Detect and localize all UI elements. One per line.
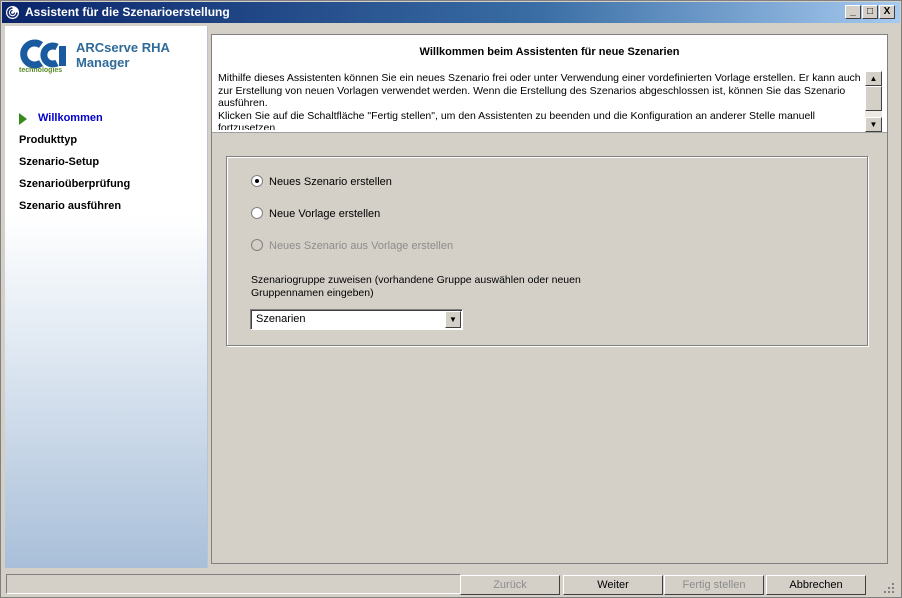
scroll-down-icon[interactable]: ▼ [865,117,882,132]
step-label: Szenario-Setup [19,156,100,168]
logo-subtitle: technologies [19,67,63,74]
close-button[interactable]: X [879,5,895,19]
description-scrollbar[interactable]: ▲ ▼ [865,71,882,132]
cancel-button[interactable]: Abbrechen [766,575,866,595]
welcome-title: Willkommen beim Assistenten für neue Sze… [419,46,680,58]
option-label: Neue Vorlage erstellen [269,208,381,220]
step-produkttyp: Produkttyp [19,132,204,154]
step-szenario-setup: Szenario-Setup [19,154,204,176]
radio-disabled-icon [251,239,263,252]
product-name-line2: Manager [76,55,130,70]
back-button: Zurück [460,575,560,595]
chevron-down-icon[interactable]: ▼ [445,311,461,328]
option-label: Neues Szenario aus Vorlage erstellen [269,240,454,252]
scenario-options-group: Neues Szenario erstellen Neue Vorlage er… [226,156,868,346]
minimize-button[interactable]: _ [845,5,861,19]
status-bar [6,574,461,594]
current-step-arrow-icon [19,113,27,125]
scenario-group-label: Szenariogruppe zuweisen (vorhandene Grup… [251,274,581,299]
option-label: Neues Szenario erstellen [269,176,392,188]
scenario-group-value[interactable]: Szenarien [256,313,306,325]
product-name-line1: ARCserve RHA [76,40,170,55]
option-from-template: Neues Szenario aus Vorlage erstellen [251,238,453,254]
product-name: ARCserve RHA Manager [76,40,170,70]
step-szenariouberprufung: Szenarioüberprüfung [19,176,204,198]
step-szenario-ausfuhren: Szenario ausführen [19,198,204,220]
resize-grip-icon[interactable] [883,582,895,594]
scenario-group-combobox[interactable]: Szenarien ▼ [250,309,463,330]
scroll-up-icon[interactable]: ▲ [865,71,882,86]
wizard-steps: Willkommen Produkttyp Szenario-Setup Sze… [19,110,204,220]
step-label: Szenarioüberprüfung [19,178,131,190]
option-new-template[interactable]: Neue Vorlage erstellen [251,206,380,222]
wizard-content: Willkommen beim Assistenten für neue Sze… [211,34,888,564]
step-willkommen: Willkommen [19,110,204,132]
radio-selected-icon[interactable] [251,175,263,188]
wizard-sidebar: technologies ARCserve RHA Manager Willko… [5,26,208,568]
window-title: Assistent für die Szenarioerstellung [25,5,230,19]
next-button[interactable]: Weiter [563,575,663,595]
maximize-button[interactable]: □ [862,5,878,19]
wizard-window: Assistent für die Szenarioerstellung _ □… [0,0,902,598]
finish-button: Fertig stellen [664,575,764,595]
welcome-header: Willkommen beim Assistenten für neue Sze… [212,35,887,133]
welcome-description: Mithilfe dieses Assistenten können Sie e… [218,72,861,130]
radio-icon[interactable] [251,207,263,220]
option-new-scenario[interactable]: Neues Szenario erstellen [251,174,392,190]
title-bar[interactable]: Assistent für die Szenarioerstellung _ □… [2,2,900,23]
app-icon [5,5,20,20]
step-label: Willkommen [38,112,103,124]
step-label: Produkttyp [19,134,78,146]
step-label: Szenario ausführen [19,200,122,212]
scroll-thumb[interactable] [865,86,882,111]
